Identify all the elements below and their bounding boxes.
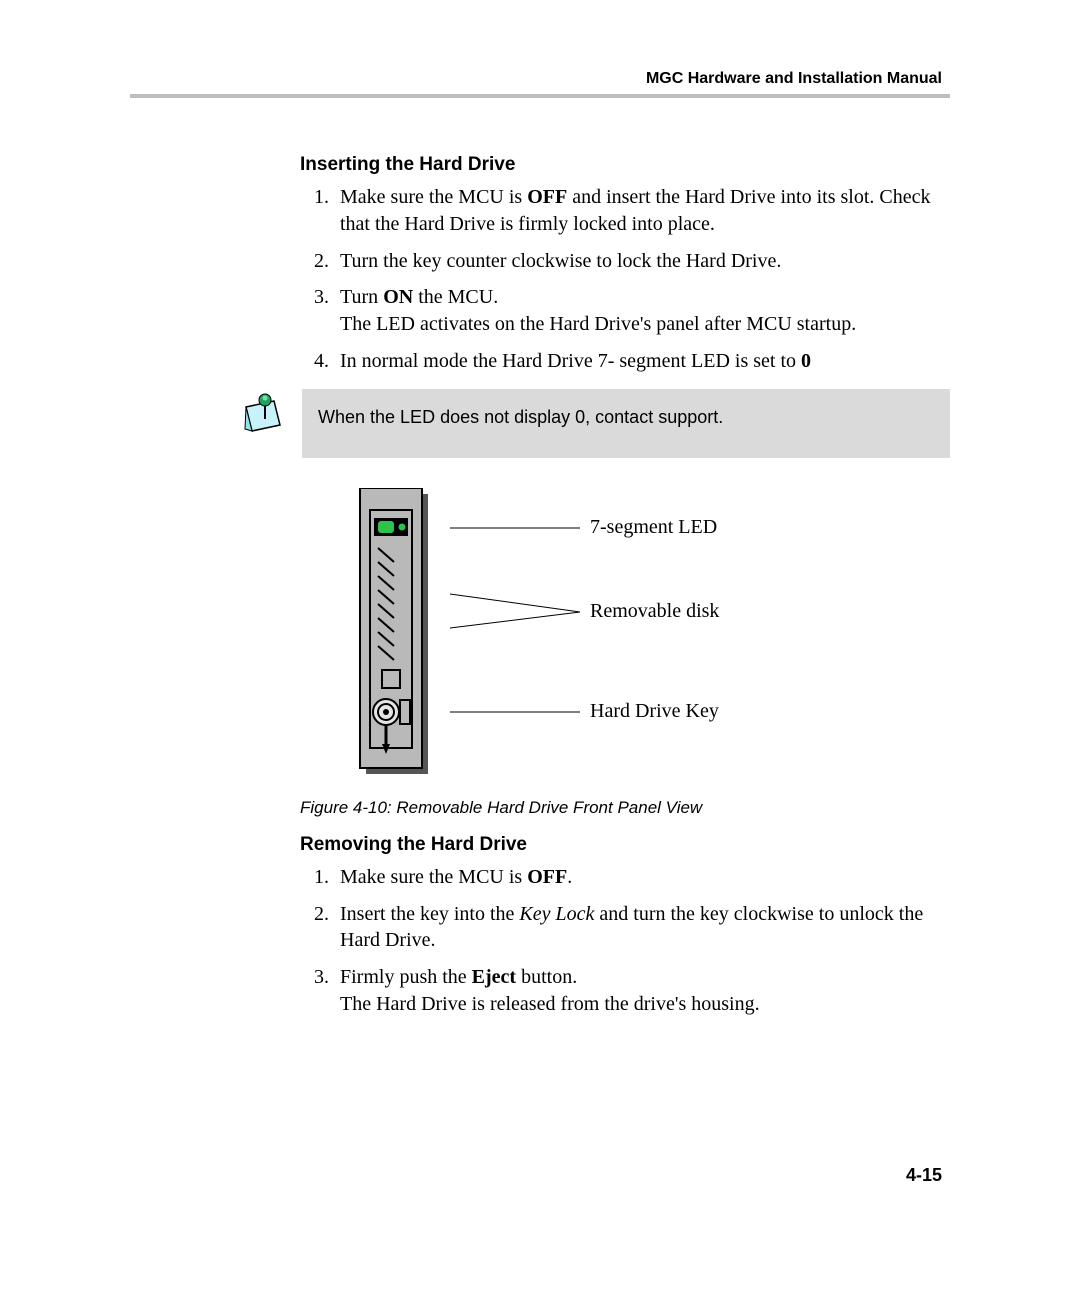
inserting-step-2: Turn the key counter clockwise to lock t… [334,248,950,275]
step-bold: Eject [472,966,516,988]
step-bold: ON [383,286,413,308]
note-row: When the LED does not display 0, contact… [238,389,950,458]
step-text: Make sure the MCU is [340,186,527,208]
step-italic: Key Lock [519,903,594,925]
page-number: 4-15 [906,1165,942,1186]
step-text: Turn [340,286,383,308]
step-text: Turn the key counter clockwise to lock t… [340,250,781,272]
inserting-steps: Make sure the MCU is OFF and insert the … [300,184,950,375]
pushpin-note-icon [238,389,290,441]
step-suffix: the MCU. The LED activates on the Hard D… [340,286,856,335]
inserting-step-4: In normal mode the Hard Drive 7- segment… [334,348,950,375]
step-text: Firmly push the [340,966,472,988]
step-text: Insert the key into the [340,903,519,925]
inserting-step-1: Make sure the MCU is OFF and insert the … [334,184,950,238]
removing-step-1: Make sure the MCU is OFF. [334,864,950,891]
step-text: Make sure the MCU is [340,866,527,888]
note-box: When the LED does not display 0, contact… [302,389,950,458]
figure-caption: Figure 4-10: Removable Hard Drive Front … [300,798,950,818]
header-rule [130,94,950,98]
document-page: MGC Hardware and Installation Manual Ins… [0,0,1080,1306]
step-bold: OFF [527,866,567,888]
removing-steps: Make sure the MCU is OFF. Insert the key… [300,864,950,1018]
removing-step-2: Insert the key into the Key Lock and tur… [334,901,950,955]
hard-drive-diagram [340,488,450,778]
step-suffix: . [567,866,572,888]
section-title-inserting: Inserting the Hard Drive [300,154,950,176]
section-title-removing: Removing the Hard Drive [300,834,950,856]
step-text: In normal mode the Hard Drive 7- segment… [340,350,801,372]
page-header: MGC Hardware and Installation Manual [130,70,950,94]
callout-led: 7-segment LED [590,516,717,539]
step-bold: OFF [527,186,567,208]
step-bold: 0 [801,350,811,372]
inserting-step-3: Turn ON the MCU. The LED activates on th… [334,284,950,338]
callout-disk: Removable disk [590,600,719,623]
page-content: Inserting the Hard Drive Make sure the M… [130,154,950,1018]
callout-key: Hard Drive Key [590,700,719,723]
removing-step-3: Firmly push the Eject button. The Hard D… [334,964,950,1018]
figure-block: 7-segment LED Removable disk Hard Drive … [300,488,950,818]
